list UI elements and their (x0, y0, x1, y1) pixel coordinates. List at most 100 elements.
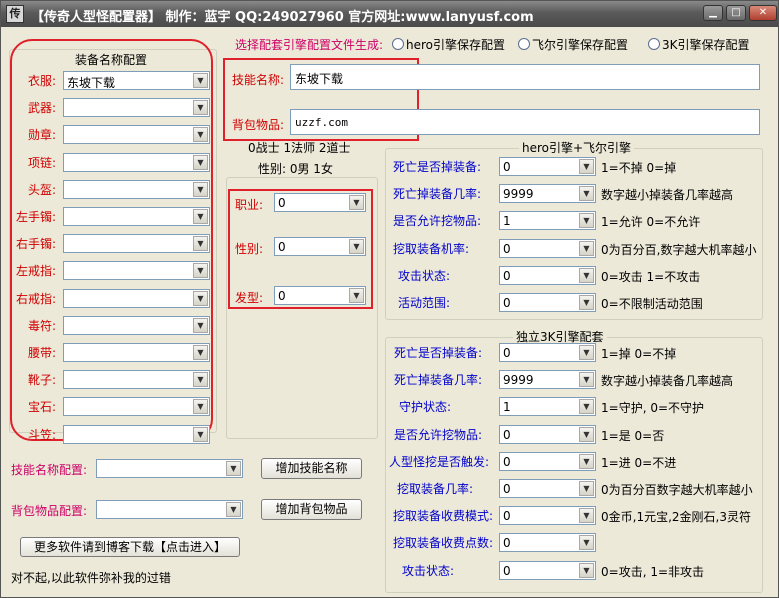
k3-setting-select[interactable]: 0 ▼ (499, 506, 596, 526)
hero-setting-label: 死亡是否掉装备: (393, 160, 482, 174)
equip-select[interactable]: ▼ (63, 207, 210, 226)
equip-select-value: 东坡下载 (67, 76, 116, 90)
bag-config-select[interactable]: ▼ (96, 500, 243, 519)
minimize-button[interactable]: ▁ (703, 5, 723, 21)
chevron-down-icon[interactable]: ▼ (193, 399, 208, 415)
hero-setting-select-value: 0 (503, 241, 511, 256)
maximize-button[interactable]: □ (726, 5, 746, 21)
k3-setting-select[interactable]: 0 ▼ (499, 451, 596, 471)
bag-item-input[interactable]: uzzf.com (290, 109, 760, 135)
gender-select[interactable]: 0 ▼ (274, 237, 366, 256)
hero-setting-select-value: 0 (503, 160, 511, 174)
chevron-down-icon[interactable]: ▼ (193, 209, 208, 224)
skill-config-select[interactable]: ▼ (96, 459, 243, 478)
chevron-down-icon[interactable]: ▼ (349, 288, 364, 303)
chevron-down-icon[interactable]: ▼ (349, 239, 364, 254)
hero-setting-select[interactable]: 1 ▼ (499, 211, 596, 231)
hero-setting-select[interactable]: 9999 ▼ (499, 184, 596, 204)
hero-setting-select[interactable]: 0 ▼ (499, 293, 596, 312)
hero-engine-radio[interactable] (392, 38, 404, 50)
equip-select[interactable]: ▼ (63, 343, 210, 362)
equip-select[interactable]: ▼ (63, 152, 210, 172)
equip-select[interactable]: ▼ (63, 315, 210, 335)
3k-engine-option[interactable]: 3K引擎保存配置 (662, 36, 750, 53)
equip-label: 勋章: (27, 128, 56, 143)
add-skill-button[interactable]: 增加技能名称 (261, 458, 362, 479)
chevron-down-icon[interactable]: ▼ (579, 562, 594, 578)
chevron-down-icon[interactable]: ▼ (349, 195, 364, 210)
hair-select[interactable]: 0 ▼ (274, 286, 366, 305)
chevron-down-icon[interactable]: ▼ (579, 372, 594, 388)
chevron-down-icon[interactable]: ▼ (579, 267, 594, 283)
k3-setting-select[interactable]: 0 ▼ (499, 424, 596, 444)
chevron-down-icon[interactable]: ▼ (579, 399, 594, 415)
chevron-down-icon[interactable]: ▼ (193, 263, 208, 279)
chevron-down-icon[interactable]: ▼ (579, 213, 594, 229)
job-label: 职业: (235, 198, 264, 212)
chevron-down-icon[interactable]: ▼ (193, 345, 208, 360)
more-software-button[interactable]: 更多软件请到博客下载【点击进入】 (20, 537, 240, 557)
chevron-down-icon[interactable]: ▼ (579, 159, 594, 174)
chevron-down-icon[interactable]: ▼ (579, 481, 594, 496)
job-select[interactable]: 0 ▼ (274, 193, 366, 212)
chevron-down-icon[interactable]: ▼ (193, 73, 208, 88)
equip-select[interactable]: ▼ (63, 261, 210, 281)
equip-select[interactable]: ▼ (63, 288, 210, 308)
chevron-down-icon[interactable]: ▼ (226, 502, 241, 517)
equip-select[interactable]: ▼ (63, 98, 210, 118)
chevron-down-icon[interactable]: ▼ (579, 508, 594, 524)
k3-setting-select[interactable]: 0 ▼ (499, 533, 596, 553)
equip-select[interactable]: 东坡下载 ▼ (63, 71, 210, 90)
hero-engine-option[interactable]: hero引擎保存配置 (406, 36, 505, 53)
k3-setting-select[interactable]: 9999 ▼ (499, 370, 596, 390)
close-button[interactable]: ✕ (749, 5, 777, 21)
hero-setting-select[interactable]: 0 ▼ (499, 157, 596, 176)
chevron-down-icon[interactable]: ▼ (579, 295, 594, 310)
equip-select[interactable]: ▼ (63, 397, 210, 417)
chevron-down-icon[interactable]: ▼ (193, 290, 208, 306)
chevron-down-icon[interactable]: ▼ (193, 181, 208, 197)
chevron-down-icon[interactable]: ▼ (193, 236, 208, 252)
chevron-down-icon[interactable]: ▼ (579, 186, 594, 202)
chevron-down-icon[interactable]: ▼ (193, 426, 208, 442)
3k-engine-radio[interactable] (648, 38, 660, 50)
equip-label: 武器: (27, 101, 56, 116)
chevron-down-icon[interactable]: ▼ (579, 240, 594, 256)
chevron-down-icon[interactable]: ▼ (579, 453, 594, 469)
chevron-down-icon[interactable]: ▼ (579, 345, 594, 360)
chevron-down-icon[interactable]: ▼ (579, 426, 594, 442)
chevron-down-icon[interactable]: ▼ (193, 127, 208, 143)
equip-label: 靴子: (27, 373, 56, 388)
k3-setting-select[interactable]: 0 ▼ (499, 560, 596, 580)
hero-setting-select[interactable]: 0 ▼ (499, 265, 596, 285)
equip-select[interactable]: ▼ (63, 125, 210, 145)
chevron-down-icon[interactable]: ▼ (193, 100, 208, 116)
add-bag-item-button[interactable]: 增加背包物品 (261, 499, 362, 520)
k3-setting-select[interactable]: 0 ▼ (499, 343, 596, 362)
equip-label: 斗笠: (27, 427, 56, 442)
hair-value: 0 (278, 289, 286, 303)
app-icon[interactable]: 传 (6, 5, 24, 23)
chevron-down-icon[interactable]: ▼ (193, 317, 208, 333)
k3-setting-select-value: 0 (503, 536, 511, 551)
equip-label: 毒符: (27, 318, 56, 333)
k3-setting-select-value: 0 (503, 427, 511, 442)
feier-engine-option[interactable]: 飞尔引擎保存配置 (532, 36, 628, 53)
chevron-down-icon[interactable]: ▼ (226, 461, 241, 476)
job-value: 0 (278, 196, 286, 210)
hero-setting-select[interactable]: 0 ▼ (499, 238, 596, 258)
chevron-down-icon[interactable]: ▼ (193, 372, 208, 388)
skill-name-input[interactable]: 东坡下载 (290, 64, 760, 90)
equip-group-title: 装备名称配置 (75, 53, 148, 67)
k3-setting-select[interactable]: 0 ▼ (499, 479, 596, 498)
hero-setting-label: 活动范围: (398, 296, 451, 310)
equip-select[interactable]: ▼ (63, 424, 210, 444)
k3-setting-select[interactable]: 1 ▼ (499, 397, 596, 417)
equip-select[interactable]: ▼ (63, 370, 210, 390)
chevron-down-icon[interactable]: ▼ (579, 535, 594, 551)
chevron-down-icon[interactable]: ▼ (193, 154, 208, 170)
equip-select[interactable]: ▼ (63, 234, 210, 254)
title-bar[interactable]: 传 【传奇人型怪配置器】 制作：蓝宇 QQ:249027960 官方网址:www… (1, 1, 778, 27)
feier-engine-radio[interactable] (518, 38, 530, 50)
equip-select[interactable]: ▼ (63, 179, 210, 199)
